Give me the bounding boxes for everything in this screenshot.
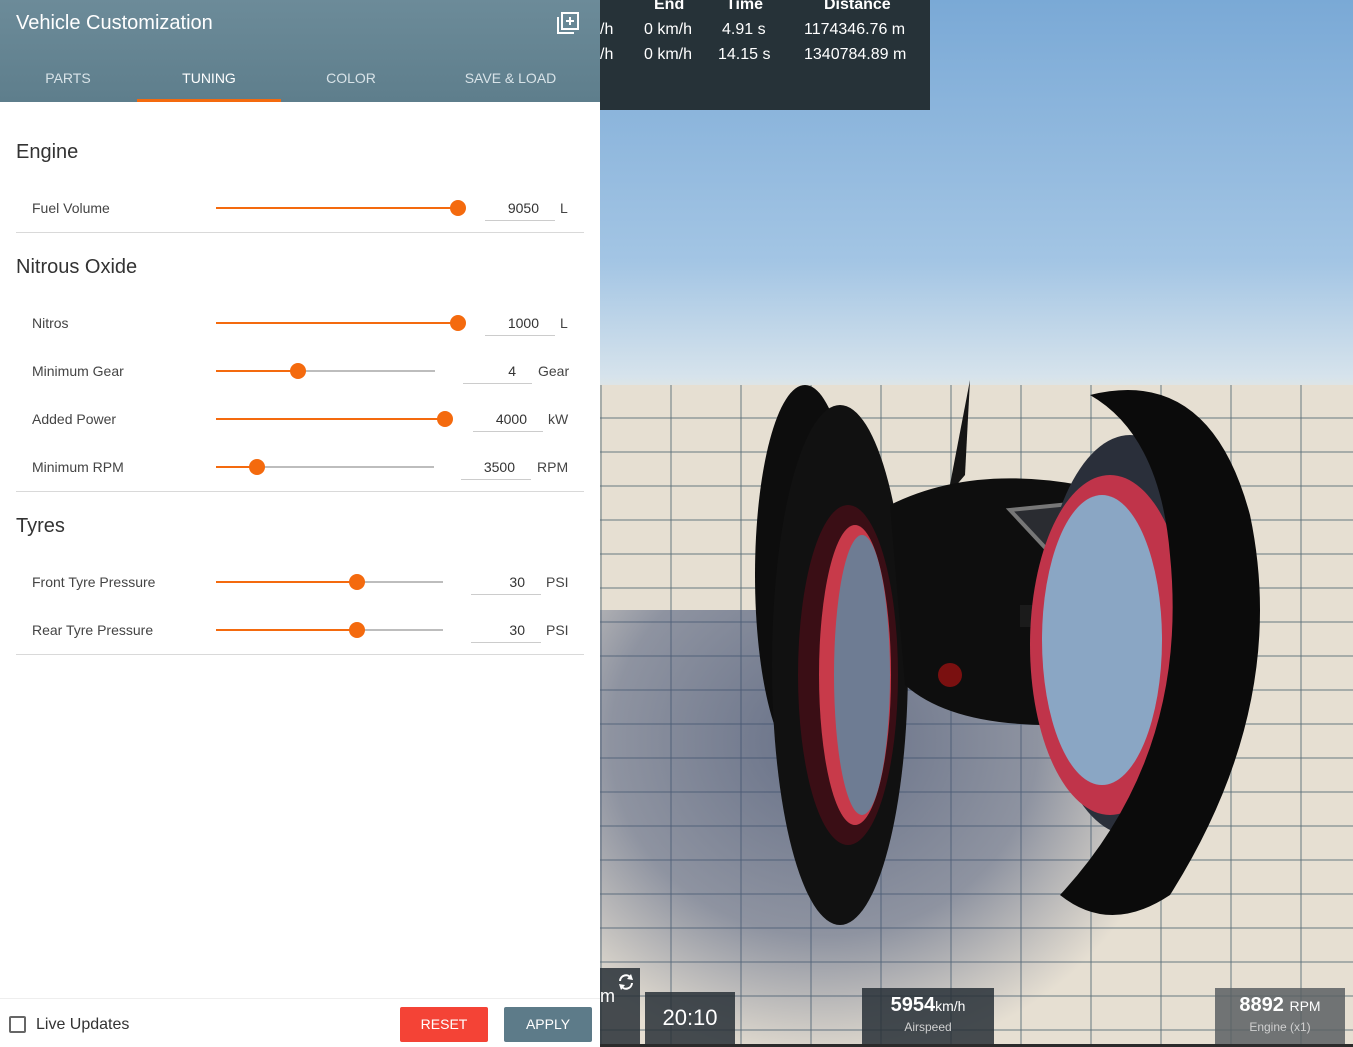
minimum-gear-label: Minimum Gear xyxy=(32,363,124,379)
row-minimum-rpm: Minimum RPM RPM xyxy=(0,452,600,482)
divider xyxy=(16,654,584,655)
row-front-tyre-pressure: Front Tyre Pressure PSI xyxy=(0,567,600,597)
minimum-rpm-input[interactable] xyxy=(461,454,531,480)
front-tyre-pressure-slider[interactable] xyxy=(216,574,443,590)
added-power-unit: kW xyxy=(548,411,569,427)
row1-time: 4.91 s xyxy=(722,21,766,38)
minimum-rpm-slider[interactable] xyxy=(216,459,434,475)
section-nitrous-title: Nitrous Oxide xyxy=(16,256,138,278)
rear-tyre-pressure-unit: PSI xyxy=(546,622,569,638)
hud-engine-rpm: 8892 RPM Engine (x1) xyxy=(1215,988,1345,1044)
apply-button[interactable]: APPLY xyxy=(504,1007,592,1042)
fuel-volume-label: Fuel Volume xyxy=(32,200,110,216)
hud-partial-widget: m xyxy=(600,968,640,1044)
tab-save-load[interactable]: SAVE & LOAD xyxy=(421,56,600,102)
row2-end: 0 km/h xyxy=(644,46,693,63)
hud-airspeed: 5954km/h Airspeed xyxy=(862,988,994,1044)
header-distance: Distance xyxy=(824,0,891,13)
refresh-icon[interactable] xyxy=(616,972,636,992)
added-power-label: Added Power xyxy=(32,411,117,427)
tab-color[interactable]: COLOR xyxy=(281,56,421,102)
section-engine-title: Engine xyxy=(16,141,79,163)
nitros-slider-thumb[interactable] xyxy=(450,315,466,331)
minimum-gear-input[interactable] xyxy=(463,358,532,384)
front-tyre-pressure-unit: PSI xyxy=(546,574,569,590)
live-updates-checkbox[interactable] xyxy=(9,1016,26,1033)
added-power-input[interactable] xyxy=(473,406,543,432)
fuel-volume-slider[interactable] xyxy=(216,200,466,216)
tab-tuning[interactable]: TUNING xyxy=(137,56,281,102)
row-minimum-gear: Minimum Gear Gear xyxy=(0,356,600,386)
live-updates-label: Live Updates xyxy=(36,1016,130,1033)
row-fuel-volume: Fuel Volume L xyxy=(0,193,600,223)
fuel-volume-input[interactable] xyxy=(485,195,555,221)
vehicle-render xyxy=(755,380,1260,925)
rpm-value: 8892 xyxy=(1239,994,1284,1016)
panel-title: Vehicle Customization xyxy=(16,12,213,34)
nitros-slider[interactable] xyxy=(216,315,466,331)
section-tyres-title: Tyres xyxy=(16,515,65,537)
fuel-volume-slider-thumb[interactable] xyxy=(450,200,466,216)
minimum-gear-unit: Gear xyxy=(538,363,570,379)
minimum-rpm-label: Minimum RPM xyxy=(32,459,124,475)
rear-tyre-pressure-input[interactable] xyxy=(471,617,541,643)
front-tyre-pressure-slider-thumb[interactable] xyxy=(348,574,365,590)
rear-tyre-pressure-slider-thumb[interactable] xyxy=(348,622,365,638)
race-results-table: End Time Distance /h 0 km/h 4.91 s 11743… xyxy=(600,0,930,110)
vehicle-customization-panel: Vehicle Customization PARTS TUNING COLOR… xyxy=(0,0,600,1047)
row2-prefix: /h xyxy=(600,46,614,63)
nitros-label: Nitros xyxy=(32,315,69,331)
row1-end: 0 km/h xyxy=(644,21,693,38)
minimum-gear-slider-thumb[interactable] xyxy=(290,363,307,379)
reset-button[interactable]: RESET xyxy=(400,1007,488,1042)
airspeed-value: 5954 xyxy=(890,994,936,1016)
divider xyxy=(16,491,584,492)
rpm-label: Engine (x1) xyxy=(1249,1020,1311,1034)
fuel-volume-unit: L xyxy=(560,200,568,216)
rear-tyre-pressure-label: Rear Tyre Pressure xyxy=(32,622,154,638)
3d-viewport[interactable] xyxy=(600,0,1353,1047)
add-window-icon[interactable] xyxy=(557,12,579,34)
minimum-rpm-slider-thumb[interactable] xyxy=(249,459,266,475)
added-power-slider-thumb[interactable] xyxy=(437,411,453,427)
front-tyre-pressure-input[interactable] xyxy=(471,569,541,595)
minimum-rpm-unit: RPM xyxy=(537,459,569,475)
rpm-unit: RPM xyxy=(1289,998,1321,1014)
divider xyxy=(16,232,584,233)
row1-prefix: /h xyxy=(600,21,614,38)
added-power-slider[interactable] xyxy=(216,411,453,427)
rear-tyre-pressure-slider[interactable] xyxy=(216,622,443,638)
tab-bar: PARTS TUNING COLOR SAVE & LOAD xyxy=(0,56,600,102)
airspeed-unit: km/h xyxy=(935,998,966,1014)
row2-time: 14.15 s xyxy=(718,46,771,63)
header-end: End xyxy=(654,0,685,13)
tab-parts[interactable]: PARTS xyxy=(0,56,136,102)
row1-distance: 1174346.76 m xyxy=(804,21,906,38)
row2-distance: 1340784.89 m xyxy=(804,46,907,63)
row-rear-tyre-pressure: Rear Tyre Pressure PSI xyxy=(0,615,600,645)
hud-partial-text: m xyxy=(600,986,615,1006)
header-time: Time xyxy=(726,0,764,13)
minimum-gear-slider[interactable] xyxy=(216,363,435,379)
hud-clock: 20:10 xyxy=(645,992,735,1044)
panel-header: Vehicle Customization PARTS TUNING COLOR… xyxy=(0,0,600,102)
row-added-power: Added Power kW xyxy=(0,404,600,434)
panel-footer: Live Updates RESET APPLY xyxy=(0,998,600,1047)
airspeed-label: Airspeed xyxy=(904,1020,952,1034)
front-tyre-pressure-label: Front Tyre Pressure xyxy=(32,574,156,590)
nitros-input[interactable] xyxy=(485,310,555,336)
nitros-unit: L xyxy=(560,315,568,331)
row-nitros: Nitros L xyxy=(0,308,600,338)
